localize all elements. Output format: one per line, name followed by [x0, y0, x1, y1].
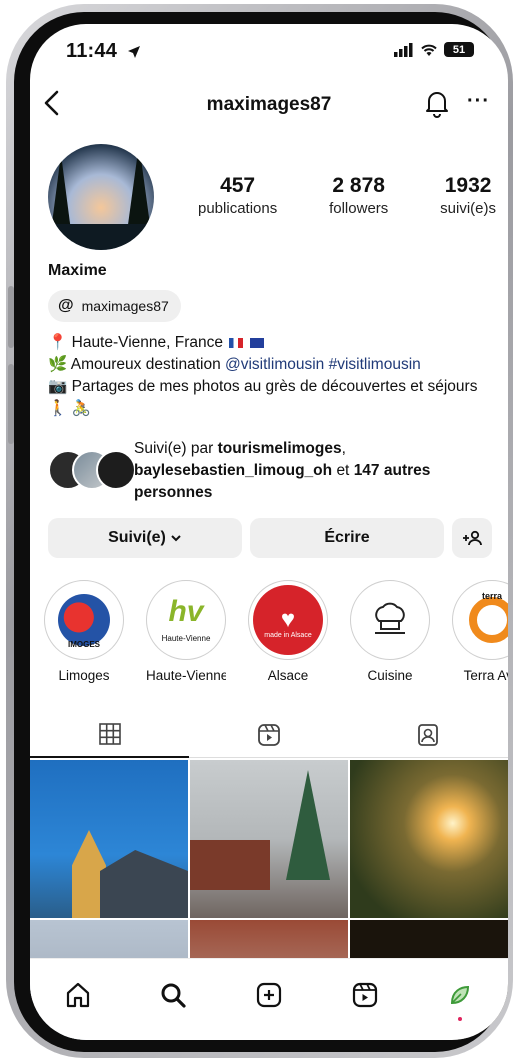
highlight-terra-aventura[interactable]: terra Terra Ave — [452, 580, 508, 683]
chef-hat-icon — [375, 602, 405, 634]
home-icon — [66, 982, 89, 1008]
mention-link[interactable]: @visitlimousin — [225, 356, 324, 373]
nav-create[interactable] — [249, 975, 289, 1015]
post-thumbnail[interactable] — [190, 760, 348, 918]
tagged-person-icon — [418, 723, 439, 746]
screen: 11:44 51 maximages87 ··· 457 publication… — [30, 24, 508, 1040]
eu-flag-icon — [249, 337, 264, 348]
bio-line-location: 📍 Haute-Vienne, France — [48, 332, 500, 354]
follower-avatar-3 — [96, 450, 136, 490]
stat-publications[interactable]: 457 publications — [198, 174, 277, 217]
hashtag-link[interactable]: #visitlimousin — [329, 356, 421, 373]
profile-bio: 📍 Haute-Vienne, France 🌿 Amoureux destin… — [48, 332, 500, 420]
threads-icon: @ — [58, 297, 74, 314]
stat-following[interactable]: 1932 suivi(e)s — [440, 174, 496, 217]
plus-square-icon — [256, 982, 282, 1008]
highlight-cover: IMOGES — [49, 585, 119, 655]
location-arrow-icon — [127, 45, 140, 58]
reels-icon — [258, 723, 280, 746]
camera-icon: 📷 — [48, 378, 68, 395]
reels-icon — [352, 982, 377, 1008]
action-buttons: Suivi(e) Écrire — [48, 518, 496, 558]
notification-dot — [458, 1017, 463, 1021]
highlight-cuisine[interactable]: Cuisine — [350, 580, 430, 683]
threads-handle: maximages87 — [81, 298, 169, 314]
france-flag-icon — [229, 337, 244, 348]
chevron-down-icon — [171, 535, 181, 542]
content-tabs — [30, 712, 508, 758]
market-stall-image — [190, 840, 270, 890]
post-thumbnail[interactable] — [350, 760, 508, 918]
tab-posts-grid[interactable] — [30, 712, 190, 758]
avatar-shore — [48, 224, 154, 250]
pin-icon: 📍 — [48, 334, 68, 351]
profile-name: Maxime — [48, 262, 107, 279]
nav-search[interactable] — [153, 975, 193, 1015]
more-options-icon[interactable]: ··· — [467, 90, 490, 113]
haute-vienne-logo-icon: hv — [168, 595, 204, 628]
bio-line-destination: 🌿 Amoureux destination @visitlimousin #v… — [48, 356, 421, 373]
signal-icon — [394, 42, 413, 57]
highlight-cover: ♥ made in Alsace — [253, 585, 323, 655]
message-button[interactable]: Écrire — [250, 518, 444, 558]
following-button[interactable]: Suivi(e) — [48, 518, 242, 558]
alsace-heart-icon: ♥ — [280, 606, 296, 633]
highlight-haute-vienne[interactable]: hv Haute-Vienne Haute-Vienne — [146, 580, 226, 683]
add-person-icon — [463, 530, 482, 546]
nav-reels[interactable] — [345, 975, 385, 1015]
story-highlights: IMOGES Limoges hv Haute-Vienne Haute-Vie… — [44, 580, 508, 683]
christmas-tree-image — [286, 770, 330, 880]
bike-icon: 🚴 — [71, 400, 91, 417]
followed-by[interactable]: Suivi(e) par tourismelimoges, baylesebas… — [48, 438, 496, 504]
add-person-button[interactable] — [452, 518, 492, 558]
tab-tagged[interactable] — [348, 712, 508, 758]
nav-home[interactable] — [58, 975, 98, 1015]
nav-profile[interactable] — [440, 975, 480, 1021]
tab-reels[interactable] — [189, 712, 349, 758]
post-thumbnail[interactable] — [30, 760, 188, 918]
walking-icon: 🚶 — [48, 400, 68, 417]
bottom-nav — [30, 958, 508, 1040]
stat-followers[interactable]: 2 878 followers — [329, 174, 388, 217]
grid-icon — [98, 723, 121, 745]
profile-header: maximages87 ··· — [30, 86, 508, 126]
bio-line-sharing: 📷 Partages de mes photos au grès de déco… — [48, 378, 478, 417]
limoges-logo-icon — [58, 594, 110, 646]
avatar[interactable] — [48, 144, 154, 250]
roof-image — [100, 850, 188, 918]
search-icon — [161, 983, 186, 1008]
status-bar: 11:44 51 — [30, 24, 508, 82]
highlight-alsace[interactable]: ♥ made in Alsace Alsace — [248, 580, 328, 683]
terra-logo-icon — [469, 597, 508, 643]
leaf-avatar-icon — [451, 985, 470, 1005]
highlight-cover: hv Haute-Vienne — [151, 585, 221, 655]
profile-stats: 457 publications 2 878 followers 1932 su… — [198, 174, 496, 217]
threads-badge[interactable]: @ maximages87 — [48, 290, 181, 322]
status-time: 11:44 — [66, 40, 141, 63]
followed-by-text: Suivi(e) par tourismelimoges, baylesebas… — [134, 440, 431, 501]
wifi-icon — [421, 44, 437, 56]
status-indicators: 51 — [394, 42, 474, 57]
bell-icon[interactable] — [424, 88, 450, 118]
highlight-cover: terra — [457, 585, 508, 655]
battery-indicator: 51 — [444, 42, 474, 57]
highlight-limoges[interactable]: IMOGES Limoges — [44, 580, 124, 683]
highlight-cover — [355, 585, 425, 655]
leaf-icon: 🌿 — [48, 356, 68, 373]
